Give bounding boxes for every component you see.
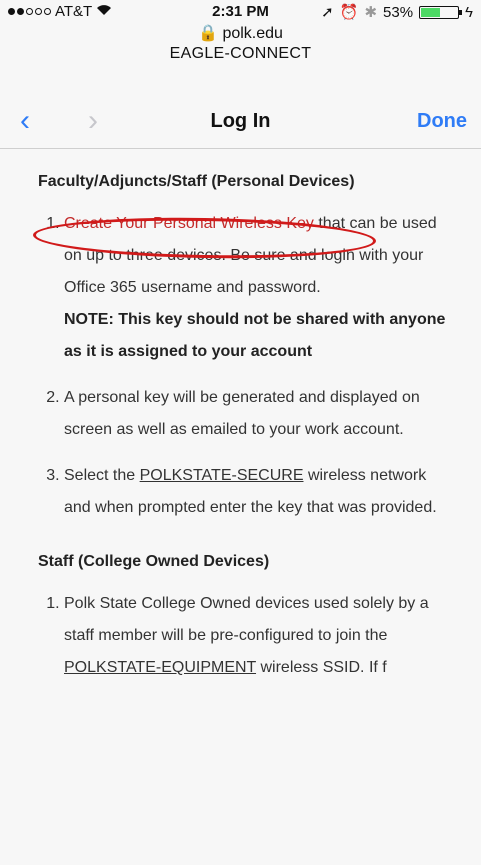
polkstate-secure-link[interactable]: POLKSTATE-SECURE: [140, 467, 304, 484]
polkstate-equipment-link[interactable]: POLKSTATE-EQUIPMENT: [64, 659, 256, 676]
status-right: ➚ ⏰ ✱ 53% ϟ: [321, 3, 473, 22]
list-item-text: Select the: [64, 467, 140, 484]
list-item-text: wireless SSID. If f: [256, 659, 387, 676]
battery-icon: [419, 5, 463, 19]
section-heading-personal: Faculty/Adjuncts/Staff (Personal Devices…: [38, 173, 355, 190]
college-devices-list: Polk State College Owned devices used so…: [0, 588, 481, 684]
charging-icon: ϟ: [465, 3, 473, 21]
section-heading-college: Staff (College Owned Devices): [38, 553, 270, 570]
alarm-icon: ⏰: [339, 4, 359, 21]
site-name: EAGLE-CONNECT: [169, 45, 312, 62]
status-bar: AT&T 2:31 PM ➚ ⏰ ✱ 53% ϟ: [0, 0, 481, 22]
page-content: Faculty/Adjuncts/Staff (Personal Devices…: [0, 150, 481, 698]
battery-percent: 53%: [383, 3, 414, 21]
url-host: 🔒 polk.edu: [0, 24, 481, 44]
bluetooth-icon: ✱: [364, 4, 378, 21]
lock-icon: 🔒: [198, 25, 218, 42]
location-arrow-icon: ➚: [321, 4, 334, 21]
done-button[interactable]: Done: [417, 110, 467, 133]
key-note: NOTE: This key should not be shared with…: [64, 311, 446, 360]
list-item: A personal key will be generated and dis…: [64, 382, 457, 446]
url-host-text: polk.edu: [222, 25, 283, 42]
list-item: Select the POLKSTATE-SECURE wireless net…: [64, 460, 457, 524]
navigation-bar: ‹ › Log In Done: [0, 96, 481, 149]
list-item-text: Polk State College Owned devices used so…: [64, 595, 429, 644]
list-item: Polk State College Owned devices used so…: [64, 588, 457, 684]
address-bar[interactable]: 🔒 polk.edu EAGLE-CONNECT: [0, 24, 481, 64]
page-title: Log In: [210, 110, 271, 132]
